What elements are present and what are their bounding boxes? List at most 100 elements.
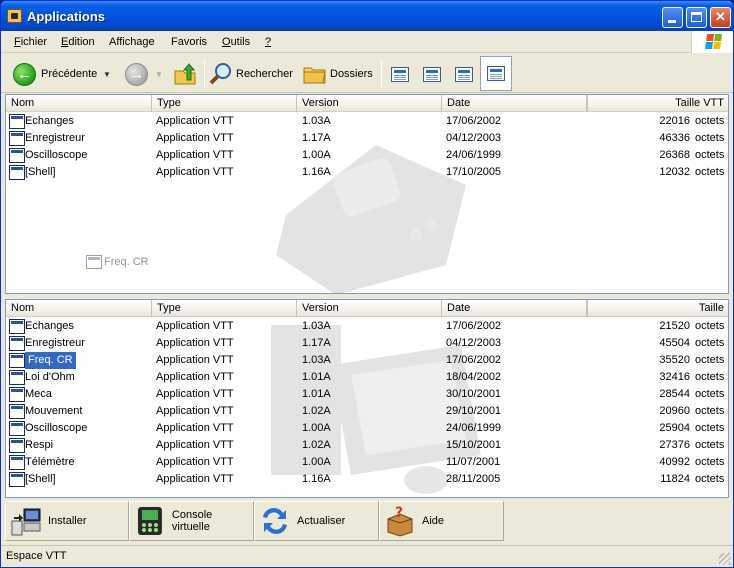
menu-help[interactable]: ?: [265, 36, 271, 48]
view-details-button[interactable]: [480, 56, 512, 91]
row-size: 11824: [660, 473, 690, 485]
row-date: 04/12/2003: [446, 337, 502, 349]
column-header-size[interactable]: Taille VTT: [587, 95, 728, 112]
table-row[interactable]: [Shell] Application VTT 1.16A 17/10/2005…: [6, 164, 728, 181]
column-header-version[interactable]: Version: [297, 95, 442, 112]
forward-dropdown-button[interactable]: ▼: [155, 60, 163, 88]
row-date: 28/11/2005: [446, 473, 501, 485]
menu-affichage[interactable]: Affichage: [109, 36, 155, 48]
row-size-unit: octets: [695, 405, 725, 417]
row-name: Enregistreur: [25, 132, 85, 144]
menu-outils[interactable]: Outils: [222, 36, 250, 48]
help-button[interactable]: ? Aide: [379, 501, 504, 541]
menu-favoris[interactable]: Favoris: [171, 36, 207, 48]
table-row[interactable]: Enregistreur Application VTT 1.17A 04/12…: [6, 130, 728, 147]
row-type: Application VTT: [156, 166, 234, 178]
row-version: 1.03A: [302, 354, 331, 366]
row-size: 20960: [659, 405, 690, 417]
row-date: 17/06/2002: [446, 320, 502, 332]
back-dropdown-button[interactable]: ▼: [103, 60, 111, 88]
column-header-type[interactable]: Type: [152, 95, 297, 112]
row-date: 15/10/2001: [446, 439, 502, 451]
table-row-selected[interactable]: Freq. CR Application VTT 1.03A 17/06/200…: [6, 352, 728, 369]
table-row[interactable]: Télémètre Application VTT 1.00A 11/07/20…: [6, 454, 728, 471]
maximize-button[interactable]: [686, 7, 707, 28]
row-version: 1.00A: [302, 422, 331, 434]
menu-edition[interactable]: Edition: [61, 36, 95, 48]
menu-label: Favoris: [171, 36, 208, 48]
row-type: Application VTT: [156, 473, 234, 485]
install-button[interactable]: Installer: [5, 501, 129, 541]
row-version: 1.00A: [302, 456, 331, 468]
vtt-device-list[interactable]: Nom Type Version Date Taille VTT Echange…: [5, 94, 729, 294]
table-row[interactable]: Oscilloscope Application VTT 1.00A 24/06…: [6, 420, 728, 437]
table-row[interactable]: Echanges Application VTT 1.03A 17/06/200…: [6, 318, 728, 335]
app-folder-icon: [7, 9, 22, 23]
view-thumbnails-icon: [455, 66, 473, 82]
minimize-button[interactable]: [662, 7, 683, 28]
row-type: Application VTT: [156, 405, 234, 417]
close-icon: ✕: [715, 9, 726, 24]
row-size-unit: octets: [695, 115, 725, 127]
table-row[interactable]: Meca Application VTT 1.01A 30/10/2001 28…: [6, 386, 728, 403]
table-row[interactable]: Mouvement Application VTT 1.02A 29/10/20…: [6, 403, 728, 420]
row-date: 11/07/2001: [446, 456, 501, 468]
view-tiles-button[interactable]: [419, 61, 445, 87]
row-date: 18/04/2002: [446, 371, 502, 383]
view-icons-button[interactable]: [387, 61, 413, 87]
menu-bar: Fichier Edition Affichage Favoris Outils…: [1, 31, 733, 53]
column-header-size[interactable]: Taille: [587, 300, 728, 317]
view-thumbnails-button[interactable]: [451, 61, 477, 87]
row-version: 1.16A: [302, 473, 331, 485]
window-title: Applications: [27, 9, 106, 24]
menu-fichier[interactable]: Fichier: [14, 36, 47, 48]
table-row[interactable]: [Shell] Application VTT 1.16A 28/11/2005…: [6, 471, 728, 488]
row-type: Application VTT: [156, 132, 234, 144]
row-version: 1.02A: [302, 439, 331, 451]
refresh-button[interactable]: Actualiser: [254, 501, 379, 541]
row-name: Oscilloscope: [25, 422, 88, 434]
maximize-icon: [691, 12, 702, 22]
row-name: Meca: [25, 388, 52, 400]
row-name: Mouvement: [25, 405, 83, 417]
table-row[interactable]: Oscilloscope Application VTT 1.00A 24/06…: [6, 147, 728, 164]
column-header-name[interactable]: Nom: [6, 95, 152, 112]
row-date: 17/06/2002: [446, 115, 502, 127]
row-size-unit: octets: [695, 149, 725, 161]
row-date: 04/12/2003: [446, 132, 502, 144]
virtual-console-label: Console virtuelle: [171, 509, 213, 533]
drag-ghost-item: Freq. CR: [86, 255, 149, 269]
resize-grip[interactable]: [719, 553, 731, 565]
table-row[interactable]: Respi Application VTT 1.02A 15/10/2001 2…: [6, 437, 728, 454]
title-bar[interactable]: Applications ✕: [1, 1, 733, 31]
column-header-version[interactable]: Version: [297, 300, 442, 317]
minimize-icon: [668, 20, 676, 23]
table-row[interactable]: Loi d'Ohm Application VTT 1.01A 18/04/20…: [6, 369, 728, 386]
svg-text:?: ?: [395, 505, 403, 521]
row-size-unit: octets: [695, 388, 725, 400]
column-header-date[interactable]: Date: [442, 95, 587, 112]
up-folder-button[interactable]: [173, 60, 197, 88]
table-row[interactable]: Enregistreur Application VTT 1.17A 04/12…: [6, 335, 728, 352]
column-header-date[interactable]: Date: [442, 300, 587, 317]
help-box-icon: ?: [387, 505, 413, 537]
forward-button[interactable]: →: [125, 60, 148, 88]
table-row[interactable]: Echanges Application VTT 1.03A 17/06/200…: [6, 113, 728, 130]
row-size-unit: octets: [695, 473, 725, 485]
back-button[interactable]: ← Précédente: [13, 60, 97, 88]
column-header-name[interactable]: Nom: [6, 300, 152, 317]
menu-mnemonic: ?: [265, 36, 272, 48]
search-button[interactable]: Rechercher: [209, 60, 293, 88]
pc-application-list[interactable]: Nom Type Version Date Taille Echanges Ap…: [5, 299, 729, 498]
row-date: 30/10/2001: [446, 388, 502, 400]
virtual-console-button[interactable]: Console virtuelle: [129, 501, 254, 541]
toolbar-separator: [204, 60, 205, 88]
folders-button[interactable]: Dossiers: [303, 60, 373, 88]
column-header-type[interactable]: Type: [152, 300, 297, 317]
menu-mnemonic: O: [222, 36, 231, 48]
row-version: 1.02A: [302, 405, 331, 417]
row-size: 27376: [659, 439, 690, 451]
close-button[interactable]: ✕: [710, 7, 731, 28]
row-name: Respi: [25, 439, 54, 451]
row-size-unit: octets: [695, 371, 725, 383]
